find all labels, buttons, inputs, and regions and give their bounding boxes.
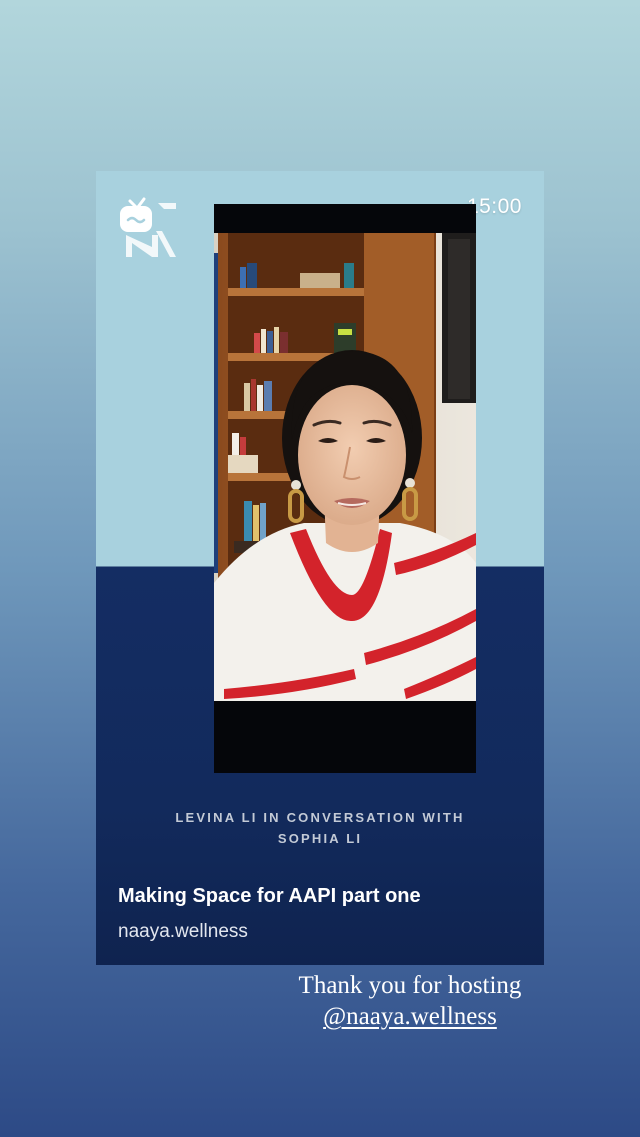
story-text-overlay: Thank you for hosting @naaya.wellness <box>280 970 540 1032</box>
video-kicker: LEVINA LI IN CONVERSATION WITH SOPHIA LI <box>126 807 514 849</box>
speaker-video-still <box>214 233 476 701</box>
kicker-line-2: SOPHIA LI <box>277 831 363 846</box>
account-handle[interactable]: naaya.wellness <box>118 921 248 943</box>
kicker-line-1: LEVINA LI IN CONVERSATION WITH <box>175 810 465 825</box>
shared-igtv-card[interactable]: 15:00 LEVINA LI IN CONVERSATION WITH SOP… <box>96 171 544 965</box>
igtv-n-logo-icon <box>120 197 176 257</box>
video-title[interactable]: Making Space for AAPI part one <box>118 885 421 908</box>
video-frame <box>214 233 476 701</box>
video-player[interactable] <box>214 204 476 773</box>
thanks-text: Thank you for hosting <box>298 972 522 999</box>
mention-link[interactable]: @naaya.wellness <box>280 1001 540 1032</box>
